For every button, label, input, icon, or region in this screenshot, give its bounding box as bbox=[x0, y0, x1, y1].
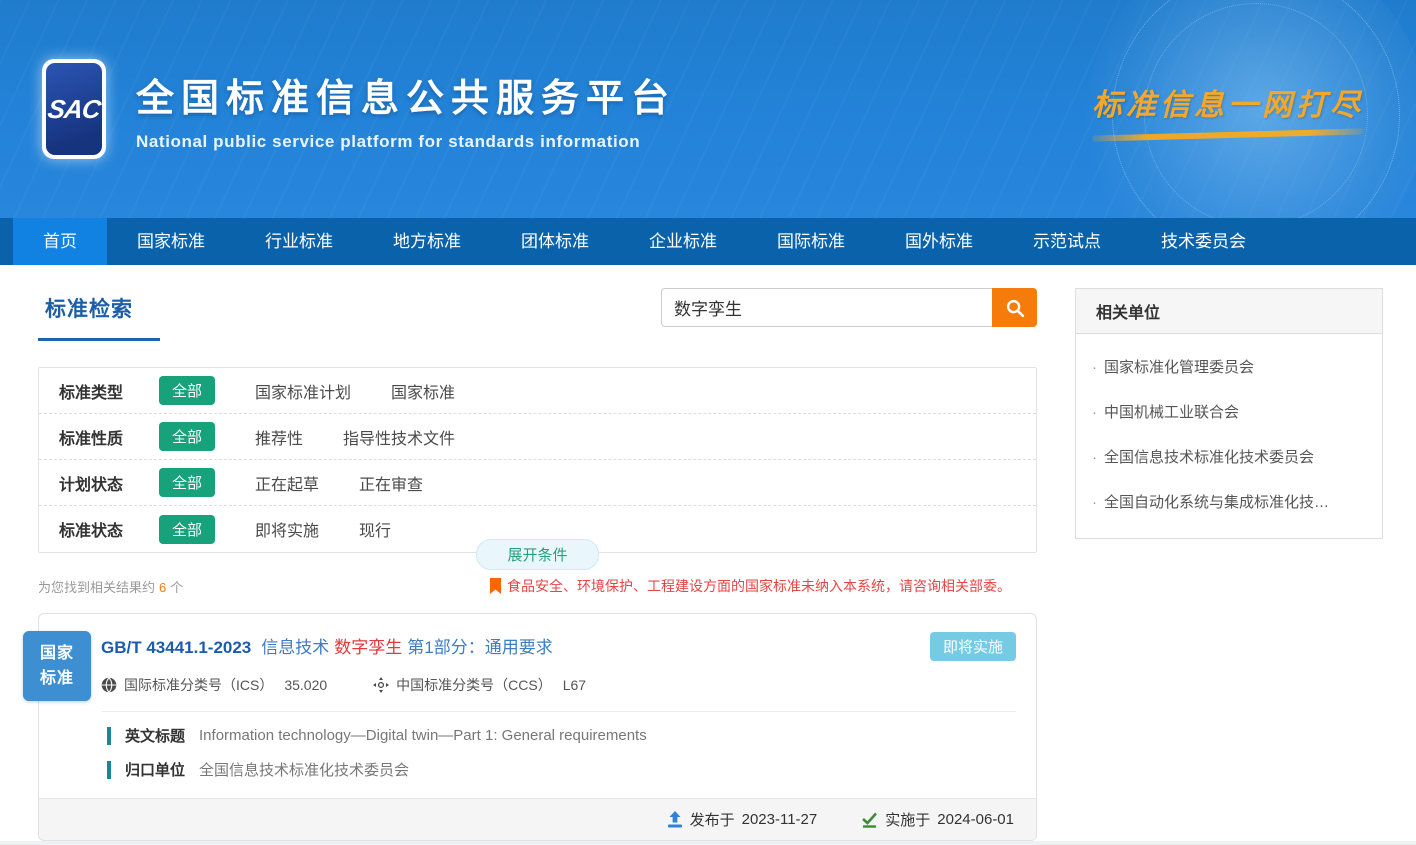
page-title: 标准检索 bbox=[38, 288, 160, 323]
check-icon bbox=[861, 812, 878, 828]
site-header: SAC 全国标准信息公共服务平台 National public service… bbox=[0, 0, 1416, 218]
filter-option[interactable]: 指导性技术文件 bbox=[343, 425, 455, 449]
list-dot: · bbox=[1092, 359, 1097, 376]
related-units-panel: 相关单位 ·国家标准化管理委员会·中国机械工业联合会·全国信息技术标准化技术委员… bbox=[1075, 288, 1383, 539]
filter-row-plan-status: 计划状态全部 正在起草 正在审查 bbox=[39, 460, 1036, 506]
implemented-date: 实施于 2024-06-01 bbox=[861, 809, 1014, 830]
system-notice: 食品安全、环境保护、工程建设方面的国家标准未纳入本系统，请咨询相关部委。 bbox=[490, 576, 1011, 596]
filter-row-standard-nature: 标准性质全部 推荐性 指导性技术文件 bbox=[39, 414, 1036, 460]
slogan-text: 标准信息一网打尽 bbox=[1092, 80, 1364, 124]
main-nav-list: 首页国家标准行业标准地方标准团体标准企业标准国际标准国外标准示范试点技术委员会 bbox=[0, 218, 1416, 265]
search-term-highlight: 数字孪生 bbox=[334, 638, 402, 657]
card-footer: 发布于 2023-11-27 实施于 2024-06-01 bbox=[39, 798, 1036, 840]
result-card: 国家 标准 即将实施 GB/T 43441.1-2023信息技术数字孪生第1部分… bbox=[38, 613, 1037, 841]
nav-tab-industry-standards[interactable]: 行业标准 bbox=[235, 218, 363, 265]
ccs-value: L67 bbox=[563, 677, 586, 693]
teal-bar bbox=[107, 761, 111, 779]
filter-label: 标准性质 bbox=[59, 425, 159, 449]
main-column: 标准检索 标准类型全部国家标准计划国家标准标准性质 bbox=[38, 288, 1037, 841]
search-button[interactable] bbox=[992, 288, 1037, 327]
search-icon bbox=[1004, 297, 1026, 319]
page-bottom-strip bbox=[0, 841, 1416, 845]
content: 标准检索 标准类型全部国家标准计划国家标准标准性质 bbox=[0, 265, 1416, 841]
filter-option[interactable]: 即将实施 bbox=[255, 517, 319, 541]
globe-icon bbox=[101, 677, 117, 693]
teal-bar bbox=[107, 727, 111, 745]
filter-option[interactable]: 推荐性 bbox=[255, 425, 303, 449]
sac-logo-text: SAC bbox=[46, 94, 102, 125]
filter-row-standard-type: 标准类型全部 国家标准计划 国家标准 bbox=[39, 368, 1036, 414]
classification-row: 国际标准分类号（ICS） 35.020 中国标准分类号（CCS） L67 bbox=[39, 658, 1036, 695]
nav-tab-foreign-standards[interactable]: 国外标准 bbox=[875, 218, 1003, 265]
related-units-title: 相关单位 bbox=[1076, 289, 1382, 334]
bookmark-icon bbox=[490, 578, 501, 594]
results-summary: 为您找到相关结果约6个 bbox=[38, 577, 183, 596]
filter-label: 标准类型 bbox=[59, 379, 159, 403]
related-unit-link[interactable]: ·全国自动化系统与集成标准化技… bbox=[1076, 479, 1382, 524]
nav-tab-pilot-projects[interactable]: 示范试点 bbox=[1003, 218, 1131, 265]
english-title-row: 英文标题 Information technology—Digital twin… bbox=[39, 712, 1036, 746]
filter-option[interactable]: 现行 bbox=[359, 517, 391, 541]
list-dot: · bbox=[1092, 449, 1097, 466]
filter-all-badge[interactable]: 全部 bbox=[159, 468, 215, 497]
filter-all-badge[interactable]: 全部 bbox=[159, 422, 215, 451]
related-unit-link[interactable]: ·全国信息技术标准化技术委员会 bbox=[1076, 434, 1382, 479]
ics-value: 35.020 bbox=[284, 677, 327, 693]
related-unit-link[interactable]: ·国家标准化管理委员会 bbox=[1076, 344, 1382, 389]
nav-tab-home[interactable]: 首页 bbox=[13, 218, 107, 265]
expand-conditions-button[interactable]: 展开条件 bbox=[476, 539, 598, 570]
nav-tab-technical-committees[interactable]: 技术委员会 bbox=[1131, 218, 1276, 265]
sac-logo[interactable]: SAC bbox=[42, 59, 106, 159]
site-subtitle: National public service platform for sta… bbox=[136, 132, 676, 152]
main-nav: 首页国家标准行业标准地方标准团体标准企业标准国际标准国外标准示范试点技术委员会 bbox=[0, 218, 1416, 265]
filter-panel: 标准类型全部国家标准计划国家标准标准性质全部推荐性指导性技术文件计划状态全部正在… bbox=[38, 367, 1037, 553]
site-title: 全国标准信息公共服务平台 bbox=[136, 67, 676, 122]
search-input[interactable] bbox=[661, 288, 992, 327]
standard-title-link[interactable]: GB/T 43441.1-2023信息技术数字孪生第1部分：通用要求 bbox=[101, 633, 906, 658]
filter-all-badge[interactable]: 全部 bbox=[159, 376, 215, 405]
nav-tab-group-standards[interactable]: 团体标准 bbox=[491, 218, 619, 265]
nav-tab-local-standards[interactable]: 地方标准 bbox=[363, 218, 491, 265]
results-count: 6 bbox=[159, 580, 166, 595]
nav-tab-international-standards[interactable]: 国际标准 bbox=[747, 218, 875, 265]
nav-tab-national-standards[interactable]: 国家标准 bbox=[107, 218, 235, 265]
department-value: 全国信息技术标准化技术委员会 bbox=[199, 759, 409, 780]
upload-icon bbox=[667, 811, 683, 828]
filter-option[interactable]: 国家标准 bbox=[391, 379, 455, 403]
ccs-classification: 中国标准分类号（CCS） L67 bbox=[373, 675, 586, 695]
related-unit-link[interactable]: ·中国机械工业联合会 bbox=[1076, 389, 1382, 434]
header-slogan: 标准信息一网打尽 bbox=[1092, 80, 1364, 138]
standard-type-badge: 国家 标准 bbox=[23, 631, 91, 701]
nav-tab-enterprise-standards[interactable]: 企业标准 bbox=[619, 218, 747, 265]
filter-option[interactable]: 国家标准计划 bbox=[255, 379, 351, 403]
title-underline bbox=[38, 338, 160, 341]
filter-all-badge[interactable]: 全部 bbox=[159, 515, 215, 544]
list-dot: · bbox=[1092, 404, 1097, 421]
compass-icon bbox=[373, 677, 389, 693]
standard-code: GB/T 43441.1-2023 bbox=[101, 638, 251, 657]
page: SAC 全国标准信息公共服务平台 National public service… bbox=[0, 0, 1416, 845]
filter-label: 标准状态 bbox=[59, 517, 159, 541]
filter-label: 计划状态 bbox=[59, 471, 159, 495]
related-units-list: ·国家标准化管理委员会·中国机械工业联合会·全国信息技术标准化技术委员会·全国自… bbox=[1076, 334, 1382, 538]
filter-option[interactable]: 正在起草 bbox=[255, 471, 319, 495]
list-dot: · bbox=[1092, 494, 1097, 511]
sidebar: 相关单位 ·国家标准化管理委员会·中国机械工业联合会·全国信息技术标准化技术委员… bbox=[1075, 288, 1383, 841]
filter-option[interactable]: 正在审查 bbox=[359, 471, 423, 495]
ics-classification: 国际标准分类号（ICS） 35.020 bbox=[101, 675, 327, 695]
search-box bbox=[661, 288, 1037, 327]
status-badge: 即将实施 bbox=[930, 632, 1016, 661]
published-date: 发布于 2023-11-27 bbox=[667, 809, 818, 830]
english-title-value: Information technology—Digital twin—Part… bbox=[199, 727, 647, 744]
department-row: 归口单位 全国信息技术标准化技术委员会 bbox=[39, 746, 1036, 780]
